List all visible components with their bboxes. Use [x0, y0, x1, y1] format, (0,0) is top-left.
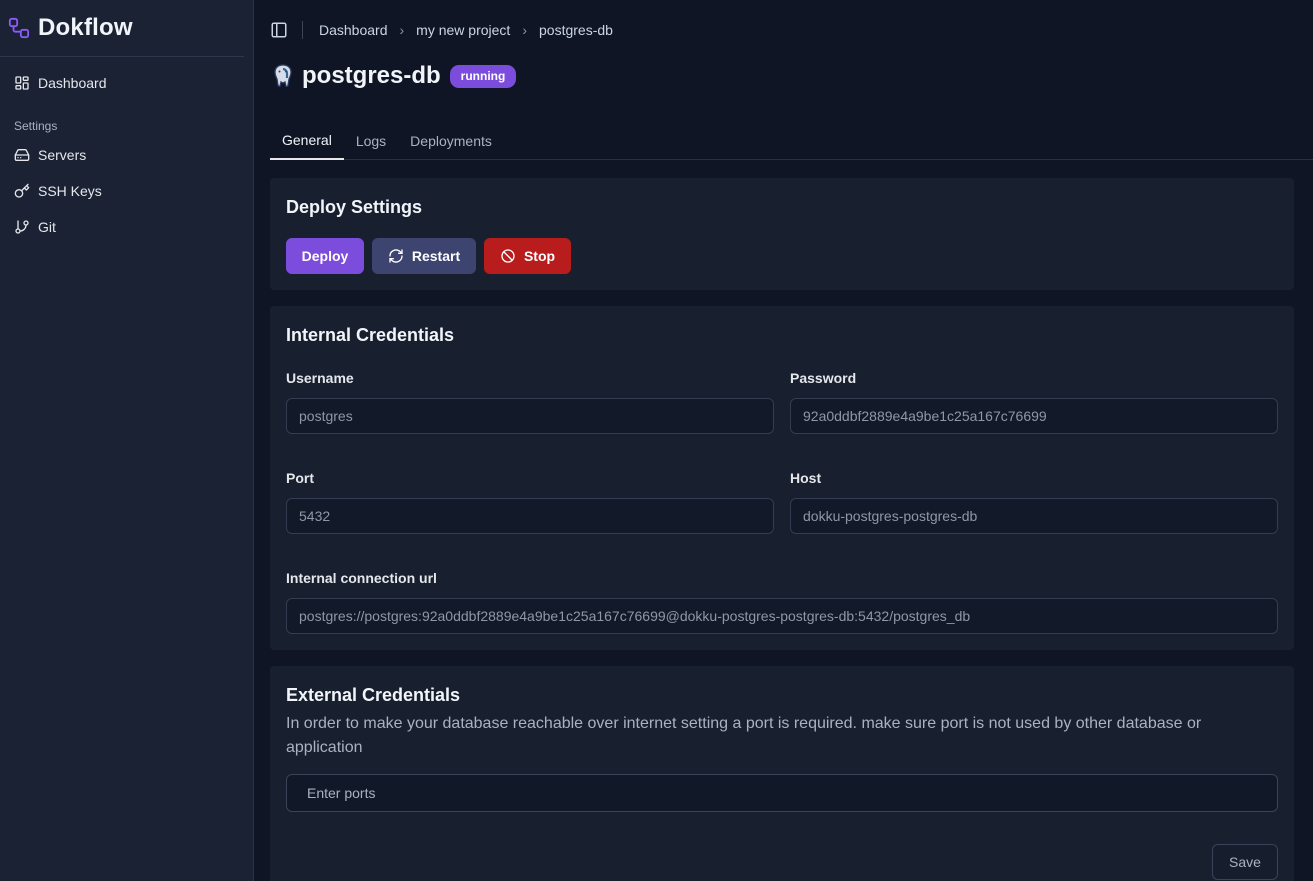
stop-button-label: Stop: [523, 248, 556, 264]
page-header: postgres-db running: [270, 62, 517, 90]
sidebar-item-git[interactable]: Git: [0, 209, 253, 245]
external-description: In order to make your database reachable…: [286, 715, 1202, 756]
chevron-right-icon: ›: [399, 22, 405, 38]
password-label: Password: [790, 370, 857, 386]
sidebar-nav: Dashboard Settings Servers SSH Keys Git: [0, 57, 253, 245]
brand[interactable]: Dokflow: [0, 0, 244, 57]
sidebar-section-settings: Settings: [14, 119, 58, 133]
deploy-settings-card: Deploy Settings Deploy Restart Stop: [270, 178, 1294, 290]
sidebar-item-label: Servers: [38, 147, 87, 163]
page-title: postgres-db: [302, 62, 441, 89]
workflow-icon: [8, 17, 30, 39]
sidebar-toggle-icon[interactable]: [270, 21, 288, 39]
chevron-right-icon: ›: [522, 22, 527, 38]
brand-name: Dokflow: [38, 14, 133, 41]
restart-button-label: Restart: [411, 248, 461, 264]
card-heading: Deploy Settings: [286, 197, 423, 217]
port-field[interactable]: 5432: [286, 498, 774, 534]
stop-button[interactable]: Stop: [484, 238, 571, 274]
external-credentials-card: External Credentials In order to make yo…: [270, 666, 1294, 881]
main-content: Dashboard › my new project › postgres-db…: [254, 0, 1313, 881]
tab-general[interactable]: General: [270, 122, 344, 160]
status-badge: running: [449, 64, 517, 88]
breadcrumb-item-project[interactable]: my new project: [416, 22, 510, 38]
tab-deployments[interactable]: Deployments: [398, 122, 504, 160]
dashboard-icon: [15, 76, 29, 90]
deploy-button[interactable]: Deploy: [286, 238, 364, 274]
key-icon: [14, 183, 30, 198]
connection-url-field[interactable]: postgres://postgres:92a0ddbf2889e4a9be1c…: [286, 598, 1278, 634]
sidebar-item-label: SSH Keys: [38, 183, 102, 199]
sidebar-item-label: Git: [38, 219, 56, 235]
restart-button[interactable]: Restart: [372, 238, 476, 274]
breadcrumb-item-dashboard[interactable]: Dashboard: [319, 22, 388, 38]
sidebar: Dokflow Dashboard Settings Servers SSH K…: [0, 0, 254, 881]
host-field[interactable]: dokku-postgres-postgres-db: [790, 498, 1278, 534]
host-label: Host: [790, 470, 822, 486]
password-field[interactable]: 92a0ddbf2889e4a9be1c25a167c76699: [790, 398, 1278, 434]
save-button[interactable]: Save: [1212, 844, 1278, 880]
divider: [302, 21, 303, 39]
ban-icon: [501, 249, 515, 263]
sidebar-item-ssh-keys[interactable]: SSH Keys: [0, 173, 253, 209]
server-icon: [14, 149, 30, 161]
port-label: Port: [286, 470, 314, 486]
sidebar-item-servers[interactable]: Servers: [0, 137, 253, 173]
card-heading: Internal Credentials: [286, 325, 455, 345]
breadcrumb-item-current: postgres-db: [539, 22, 613, 38]
tab-bar: General Logs Deployments: [270, 122, 1313, 160]
internal-credentials-card: Internal Credentials Username postgres P…: [270, 306, 1294, 650]
topbar: Dashboard › my new project › postgres-db: [270, 18, 613, 42]
username-label: Username: [286, 370, 354, 386]
ports-input[interactable]: Enter ports: [286, 774, 1278, 812]
git-branch-icon: [15, 220, 29, 234]
connection-url-label: Internal connection url: [286, 570, 437, 586]
postgres-elephant-icon: [274, 64, 292, 88]
deploy-button-label: Deploy: [301, 248, 349, 264]
sidebar-item-dashboard[interactable]: Dashboard: [0, 65, 253, 101]
sidebar-item-label: Dashboard: [38, 75, 107, 91]
card-heading: External Credentials: [286, 685, 461, 705]
refresh-icon: [389, 249, 403, 263]
username-field[interactable]: postgres: [286, 398, 774, 434]
breadcrumb: Dashboard › my new project › postgres-db: [319, 22, 613, 38]
tab-logs[interactable]: Logs: [344, 122, 398, 160]
